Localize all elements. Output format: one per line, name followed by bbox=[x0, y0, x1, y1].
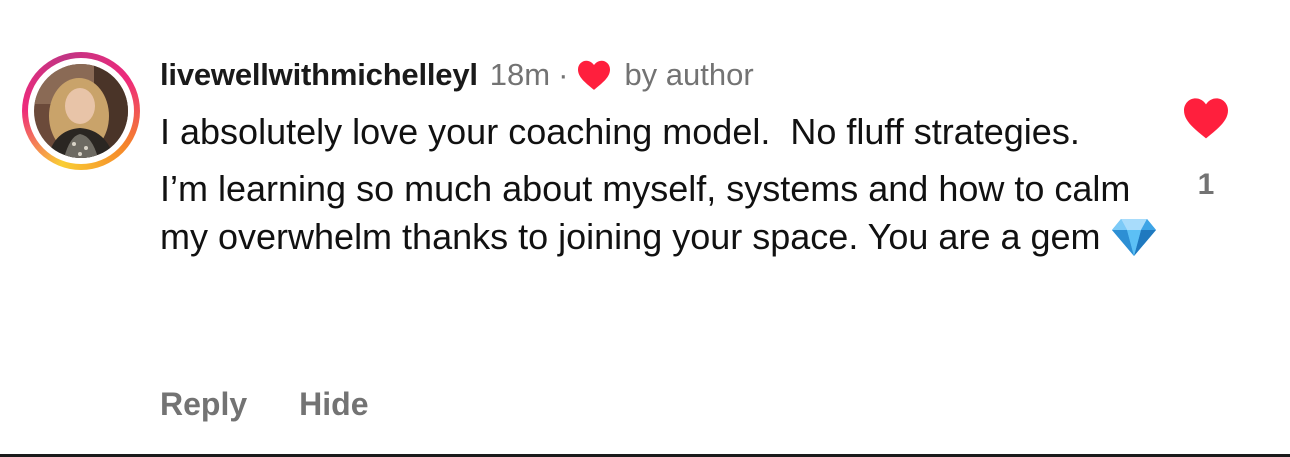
like-button[interactable] bbox=[1181, 96, 1231, 140]
username[interactable]: livewellwithmichelleyl bbox=[160, 57, 478, 93]
like-count: 1 bbox=[1197, 168, 1215, 201]
avatar-story-ring[interactable] bbox=[22, 52, 140, 170]
comment-header: livewellwithmichelleyl 18m · by author bbox=[160, 52, 754, 98]
comment-body: I absolutely love your coaching model. N… bbox=[160, 108, 1160, 270]
hide-button[interactable]: Hide bbox=[299, 386, 368, 423]
separator-dot: · bbox=[558, 57, 569, 92]
comment-paragraph: I absolutely love your coaching model. N… bbox=[160, 111, 1080, 152]
comment-paragraph-text: I’m learning so much about myself, syste… bbox=[160, 168, 1141, 257]
liked-by-author-label: by author bbox=[624, 57, 754, 92]
avatar-photo bbox=[34, 64, 128, 158]
comment-paragraph-with-emoji: I’m learning so much about myself, syste… bbox=[160, 165, 1160, 261]
reply-button[interactable]: Reply bbox=[160, 386, 247, 423]
comment-actions: Reply Hide bbox=[160, 386, 368, 423]
heart-filled-icon bbox=[1184, 98, 1228, 139]
timestamp: 18m bbox=[489, 57, 551, 92]
heart-filled-icon bbox=[576, 59, 612, 91]
gem-stone-emoji-icon bbox=[1111, 217, 1157, 257]
avatar[interactable] bbox=[34, 64, 128, 158]
